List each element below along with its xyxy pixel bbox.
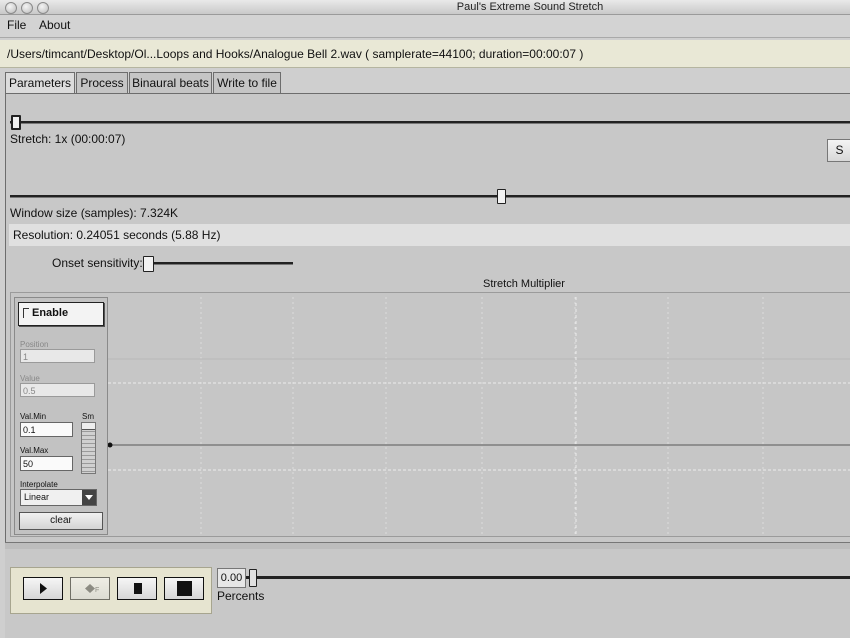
menu-bar: File About — [0, 15, 850, 38]
value-label: Value — [20, 374, 40, 383]
tab-write-to-file[interactable]: Write to file — [213, 72, 281, 94]
smooth-slider-thumb[interactable] — [82, 423, 95, 430]
close-window-icon[interactable] — [5, 2, 17, 14]
enable-button[interactable]: Enable — [18, 302, 104, 326]
resolution-bar: Resolution: 0.24051 seconds (5.88 Hz) — [9, 224, 850, 246]
valmax-label: Val.Max — [20, 446, 49, 455]
title-bar: Paul's Extreme Sound Stretch — [0, 0, 850, 15]
stretch-multiplier-title: Stretch Multiplier — [483, 278, 565, 290]
stretch-multiplier-graph[interactable] — [108, 297, 850, 535]
freeze-button[interactable]: F — [70, 577, 110, 600]
position-slider-thumb[interactable] — [249, 569, 257, 587]
file-path-text: /Users/timcant/Desktop/Ol...Loops and Ho… — [7, 47, 584, 61]
resolution-text: Resolution: 0.24051 seconds (5.88 Hz) — [13, 228, 221, 242]
freeze-icon: F — [85, 584, 99, 594]
pause-icon — [134, 583, 142, 594]
interpolate-value: Linear — [24, 492, 50, 502]
clear-button[interactable]: clear — [19, 512, 103, 530]
play-icon — [40, 583, 47, 594]
smooth-label: Sm — [82, 412, 94, 421]
interpolate-label: Interpolate — [20, 480, 58, 489]
position-label: Position — [20, 340, 49, 349]
enable-label: Enable — [32, 307, 69, 319]
s-button[interactable]: S — [827, 139, 850, 162]
percent-value: 0.00 — [217, 568, 246, 588]
checkbox-icon — [23, 308, 29, 318]
window-size-label: Window size (samples): 7.324K — [10, 206, 179, 220]
interpolate-select[interactable]: Linear — [20, 489, 97, 506]
valmax-field[interactable]: 50 — [20, 456, 73, 471]
zoom-window-icon[interactable] — [37, 2, 49, 14]
percents-label: Percents — [217, 589, 265, 603]
onset-sensitivity-label: Onset sensitivity: — [52, 256, 143, 270]
stop-button[interactable] — [164, 577, 204, 600]
stretch-slider-thumb[interactable] — [11, 115, 21, 130]
minimize-window-icon[interactable] — [21, 2, 33, 14]
transport-controls: F — [10, 567, 212, 614]
position-slider-track[interactable] — [246, 576, 850, 579]
menu-about[interactable]: About — [39, 18, 70, 32]
window-size-slider-thumb[interactable] — [497, 189, 507, 204]
file-info-bar: /Users/timcant/Desktop/Ol...Loops and Ho… — [0, 40, 850, 68]
stop-icon — [177, 581, 192, 596]
smooth-slider[interactable] — [81, 422, 96, 474]
onset-sensitivity-slider-track[interactable] — [143, 262, 293, 265]
onset-sensitivity-slider-thumb[interactable] — [143, 256, 154, 272]
window-size-slider-track[interactable] — [10, 195, 850, 198]
menu-file[interactable]: File — [7, 18, 26, 32]
position-field[interactable]: 1 — [20, 349, 95, 363]
pause-button[interactable] — [117, 577, 157, 600]
svg-text:F: F — [95, 587, 99, 594]
value-field[interactable]: 0.5 — [20, 383, 95, 397]
window-title: Paul's Extreme Sound Stretch — [456, 1, 604, 13]
graph-point[interactable] — [108, 442, 113, 448]
stretch-slider-track[interactable] — [10, 121, 850, 124]
tab-binaural-beats[interactable]: Binaural beats — [129, 72, 212, 94]
valmin-label: Val.Min — [20, 412, 47, 421]
play-button[interactable] — [23, 577, 63, 600]
tab-process[interactable]: Process — [76, 72, 128, 94]
stretch-label: Stretch: 1x (00:00:07) — [10, 132, 126, 146]
chevron-down-icon — [82, 490, 96, 505]
valmin-field[interactable]: 0.1 — [20, 422, 73, 437]
graph-control-panel: Enable Position 1 Value 0.5 Val.Min Sm 0… — [14, 297, 108, 535]
tab-parameters[interactable]: Parameters — [5, 72, 75, 95]
